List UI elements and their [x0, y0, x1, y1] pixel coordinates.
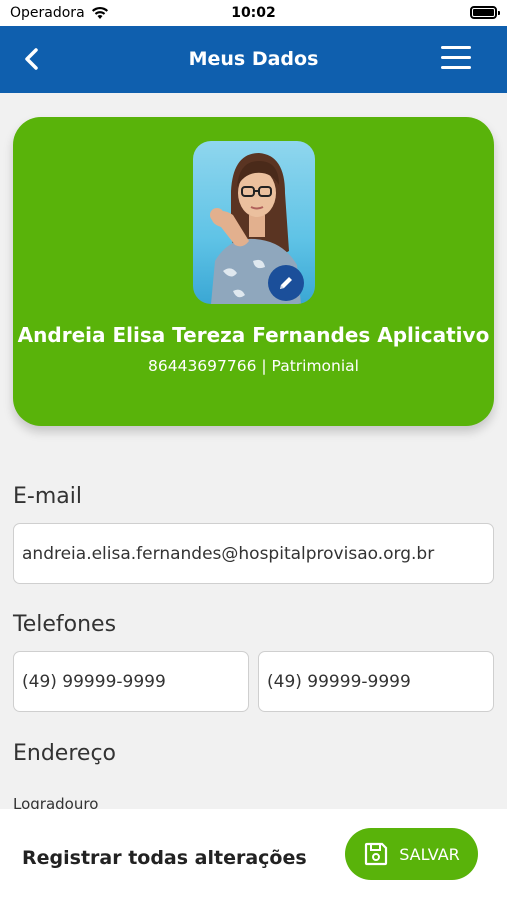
profile-name: Andreia Elisa Tereza Fernandes Aplicativ… [17, 323, 490, 347]
address-label: Endereço [13, 741, 116, 766]
profile-subtitle: 86443697766 | Patrimonial [148, 357, 359, 375]
register-all-changes-text: Registrar todas alterações [22, 847, 307, 869]
phone-field-1[interactable] [13, 651, 249, 712]
app-header: Meus Dados [0, 26, 507, 93]
phone-field-2[interactable] [258, 651, 494, 712]
pencil-icon [280, 277, 292, 289]
phones-label: Telefones [13, 612, 117, 637]
page-title: Meus Dados [188, 48, 319, 70]
battery-icon [470, 6, 500, 19]
email-field[interactable] [13, 523, 494, 584]
save-button[interactable]: SALVAR [345, 828, 478, 880]
email-label: E-mail [13, 484, 82, 509]
profile-card: Andreia Elisa Tereza Fernandes Aplicativ… [13, 117, 494, 426]
floppy-disk-icon [365, 842, 388, 866]
status-bar: Operadora 10:02 [0, 0, 507, 26]
edit-photo-button[interactable] [268, 265, 304, 301]
hamburger-menu-icon[interactable] [441, 46, 471, 72]
bottom-action-bar: Registrar todas alterações SALVAR [0, 809, 507, 900]
clock: 10:02 [231, 5, 276, 21]
save-button-label: SALVAR [399, 844, 460, 864]
